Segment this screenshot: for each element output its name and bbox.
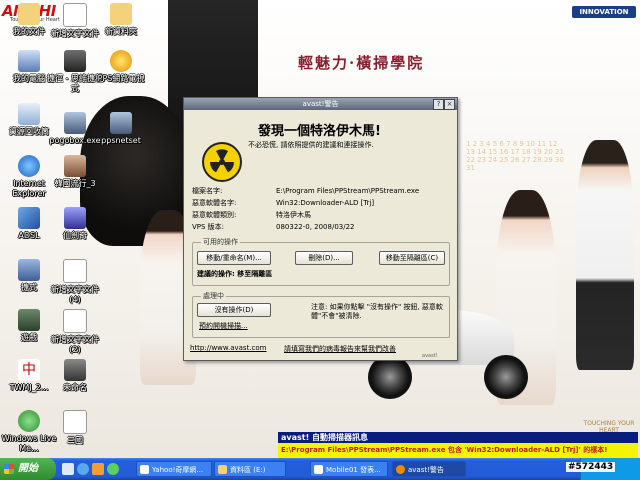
field-label-malware-type: 惡意軟體類別: bbox=[192, 211, 237, 219]
messenger-icon bbox=[18, 410, 40, 432]
post-id-stamp: #572443 bbox=[566, 462, 616, 472]
desktop-icon-new-text-4[interactable]: 新增文字文件 (4) bbox=[46, 259, 104, 305]
desktop-icon-untitled[interactable]: 未命名 bbox=[46, 359, 104, 393]
photo-icon bbox=[64, 155, 86, 177]
field-label-filename: 檔案名字: bbox=[192, 187, 223, 195]
no-action-note: 注意: 如果你點擊 "沒有操作" 按鈕, 惡意軟體"不會"被清除. bbox=[311, 303, 443, 320]
recycle-bin-icon bbox=[18, 103, 40, 125]
folder-icon bbox=[110, 3, 132, 25]
field-label-malware-name: 惡意軟體名字: bbox=[192, 199, 237, 207]
text-file-icon bbox=[63, 410, 87, 434]
show-desktop-icon[interactable] bbox=[62, 463, 74, 475]
taskbar: 開始 Yahoo!奇摩網... 資料區 (E:) Mobile01 發表... … bbox=[0, 458, 640, 480]
windows-logo-icon bbox=[4, 464, 14, 474]
task-avast-warning[interactable]: avast!警告 bbox=[392, 461, 466, 477]
internet-explorer-icon bbox=[18, 155, 40, 177]
desktop-icon-ppsnetset[interactable]: ppsnetset bbox=[92, 112, 150, 146]
avast-icon bbox=[396, 465, 405, 474]
boot-scan-link[interactable]: 預約開機掃描... bbox=[199, 321, 248, 331]
text-file-icon bbox=[63, 3, 87, 27]
wallpaper-figure-boy bbox=[576, 140, 634, 370]
actions-group-title: 可用的操作 bbox=[201, 237, 240, 247]
no-action-button[interactable]: 沒有操作(D) bbox=[197, 303, 271, 317]
avast-warning-dialog: avast!警告 ? × 發現一個特洛伊木馬! 不必恐慌, 請依照提供的建議和連… bbox=[183, 97, 458, 361]
text-file-icon bbox=[63, 259, 87, 283]
avast-website-link[interactable]: http://www.avast.com bbox=[190, 344, 267, 352]
mahjong-icon: 中 bbox=[18, 359, 40, 381]
desktop-icon-korea-pop[interactable]: 韓國流行_3 bbox=[46, 155, 104, 189]
move-to-chest-button[interactable]: 移動至隔離區(C) bbox=[379, 251, 445, 265]
desktop-icon-sanguo[interactable]: 三國 bbox=[46, 410, 104, 446]
exe-icon bbox=[110, 112, 132, 134]
innovation-text: INNOVATION bbox=[572, 6, 636, 18]
folder-icon bbox=[218, 465, 227, 474]
desktop-icon-xianjian[interactable]: 仙劍奇 bbox=[46, 207, 104, 241]
notification-title: avast! 自動掃描器訊息 bbox=[278, 432, 638, 443]
task-yahoo[interactable]: Yahoo!奇摩網... bbox=[136, 461, 212, 477]
program-icon bbox=[18, 259, 40, 281]
pps-icon bbox=[110, 50, 132, 72]
avast-notification-popup[interactable]: avast! 自動掃描器訊息 E:\Program Files\PPStream… bbox=[278, 432, 638, 458]
innovation-badge: INNOVATION bbox=[572, 6, 636, 28]
help-icon[interactable]: ? bbox=[433, 99, 444, 110]
computer-icon bbox=[18, 50, 40, 72]
gamepad-icon bbox=[18, 309, 40, 331]
exe-icon bbox=[64, 112, 86, 134]
network-icon bbox=[18, 207, 40, 229]
dialog-headline: 發現一個特洛伊木馬! bbox=[258, 124, 381, 139]
delete-button[interactable]: 刪除(D)... bbox=[295, 251, 353, 265]
field-value-malware-name: Win32:Downloader-ALD [Trj] bbox=[276, 199, 375, 207]
dialog-title: avast!警告 bbox=[302, 100, 339, 108]
suggested-action: 建議的操作: 移至隔離區 bbox=[197, 270, 273, 278]
avast-watermark: avast! bbox=[422, 353, 438, 359]
virus-report-link[interactable]: 請填寫我們的病毒報告來幫我們改善 bbox=[284, 344, 396, 354]
media-player-icon[interactable] bbox=[92, 463, 104, 475]
game-icon bbox=[64, 207, 86, 229]
wallpaper-slogan: 輕魅力·橫掃學院 bbox=[298, 54, 425, 72]
text-file-icon bbox=[63, 309, 87, 333]
browser-icon bbox=[314, 465, 323, 474]
desktop-icon-new-folder[interactable]: 新資料夾 bbox=[92, 3, 150, 37]
processing-group: 處理中 沒有操作(D) 注意: 如果你點擊 "沒有操作" 按鈕, 惡意軟體"不會… bbox=[192, 291, 450, 338]
start-button[interactable]: 開始 bbox=[0, 458, 56, 480]
notification-message: E:\Program Files\PPStream\PPStream.exe 包… bbox=[278, 443, 638, 458]
move-rename-button[interactable]: 移動/重命名(M)... bbox=[197, 251, 271, 265]
folder-icon bbox=[18, 3, 40, 25]
desktop-icon-pps[interactable]: PPS網路電視 bbox=[92, 50, 150, 84]
task-data-drive[interactable]: 資料區 (E:) bbox=[214, 461, 286, 477]
field-label-vps-version: VPS 版本: bbox=[192, 223, 225, 231]
shortcut-icon bbox=[64, 50, 86, 72]
field-value-malware-type: 特洛伊木馬 bbox=[276, 211, 311, 219]
browser-icon bbox=[140, 465, 149, 474]
processing-group-title: 處理中 bbox=[201, 291, 226, 301]
close-icon[interactable]: × bbox=[444, 99, 455, 110]
field-value-filename: E:\Program Files\PPStream\PPStream.exe bbox=[276, 187, 420, 195]
messenger-icon[interactable] bbox=[107, 463, 119, 475]
task-mobile01[interactable]: Mobile01 發表... bbox=[310, 461, 388, 477]
field-value-vps-version: 080322-0, 2008/03/22 bbox=[276, 223, 355, 231]
dialog-subtitle: 不必恐慌, 請依照提供的建議和連接操作. bbox=[248, 141, 374, 149]
actions-group: 可用的操作 移動/重命名(M)... 刪除(D)... 移動至隔離區(C) 建議… bbox=[192, 237, 450, 286]
internet-explorer-icon[interactable] bbox=[77, 463, 89, 475]
start-label: 開始 bbox=[18, 463, 38, 474]
desktop-icon-new-text-2[interactable]: 新增文字文件 (2) bbox=[46, 309, 104, 355]
dialog-titlebar[interactable]: avast!警告 ? × bbox=[184, 98, 457, 110]
radiation-hazard-icon bbox=[202, 142, 242, 182]
file-icon bbox=[64, 359, 86, 381]
